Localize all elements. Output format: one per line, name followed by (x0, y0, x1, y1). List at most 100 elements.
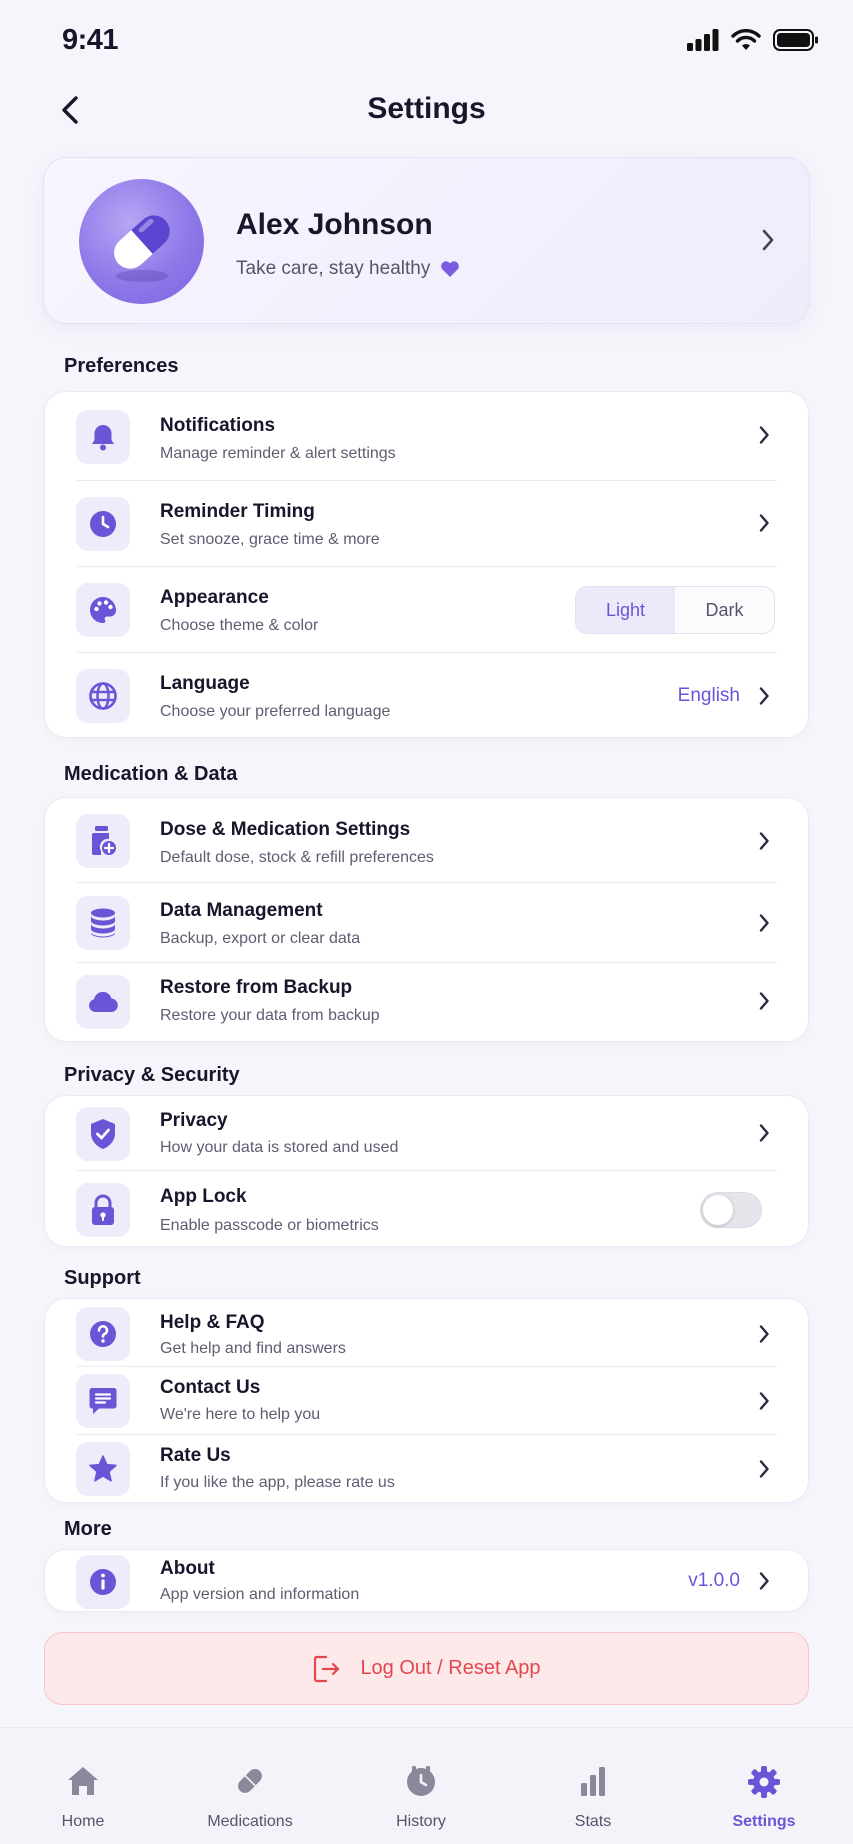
chevron-right-icon (758, 831, 770, 856)
app-lock-title: App Lock (160, 1186, 247, 1207)
chevron-right-icon (758, 1571, 770, 1596)
status-icons (687, 28, 819, 52)
gear-icon (699, 1765, 829, 1799)
shield-check-icon (76, 1107, 130, 1161)
page-title: Settings (367, 92, 486, 125)
contact-us-title: Contact Us (160, 1377, 261, 1398)
support-card: Help & FAQ Get help and find answers Con… (44, 1298, 809, 1503)
wifi-icon (731, 29, 761, 50)
section-title-privacy-security: Privacy & Security (64, 1064, 240, 1086)
chevron-right-icon (758, 913, 770, 938)
reminder-timing-subtitle: Set snooze, grace time & more (160, 531, 380, 548)
status-bar: 9:41 (0, 0, 853, 80)
tab-stats-label: Stats (574, 1813, 612, 1830)
medicine-bottle-icon (76, 814, 130, 868)
status-time: 9:41 (62, 24, 119, 56)
chevron-right-icon (758, 686, 770, 711)
home-icon (18, 1765, 148, 1797)
appearance-subtitle: Choose theme & color (160, 617, 319, 634)
app-version-value: v1.0.0 (688, 1570, 740, 1591)
chevron-right-icon (758, 1324, 770, 1349)
bell-icon (76, 410, 130, 464)
privacy-security-card: Privacy How your data is stored and used… (44, 1095, 809, 1247)
logout-button[interactable]: Log Out / Reset App (44, 1632, 809, 1705)
app-lock-toggle[interactable] (700, 1192, 762, 1228)
help-faq-row[interactable]: Help & FAQ Get help and find answers (45, 1299, 808, 1367)
history-clock-icon (356, 1765, 486, 1797)
pill-icon (185, 1765, 315, 1797)
section-title-preferences: Preferences (64, 355, 179, 377)
privacy-row[interactable]: Privacy How your data is stored and used (45, 1096, 808, 1171)
more-card: About App version and information v1.0.0 (44, 1549, 809, 1612)
theme-segmented-control: Light Dark (575, 586, 775, 634)
dose-settings-title: Dose & Medication Settings (160, 819, 411, 840)
app-lock-subtitle: Enable passcode or biometrics (160, 1217, 379, 1234)
restore-backup-title: Restore from Backup (160, 977, 353, 998)
logout-icon (314, 1655, 340, 1682)
chevron-right-icon (758, 1391, 770, 1416)
bar-chart-icon (528, 1765, 658, 1797)
tab-history[interactable]: History (356, 1728, 486, 1844)
tab-history-label: History (396, 1813, 446, 1830)
lock-icon (76, 1183, 130, 1237)
about-subtitle: App version and information (160, 1586, 360, 1603)
tab-home[interactable]: Home (18, 1728, 148, 1844)
contact-us-row[interactable]: Contact Us We're here to help you (45, 1367, 808, 1435)
help-faq-title: Help & FAQ (160, 1312, 265, 1333)
privacy-subtitle: How your data is stored and used (160, 1139, 399, 1156)
appearance-row: Appearance Choose theme & color Light Da… (45, 567, 808, 653)
chat-message-icon (76, 1374, 130, 1428)
chevron-right-icon (761, 228, 775, 257)
dose-settings-subtitle: Default dose, stock & refill preferences (160, 849, 434, 866)
appearance-title: Appearance (160, 587, 269, 608)
data-management-title: Data Management (160, 900, 323, 921)
contact-us-subtitle: We're here to help you (160, 1406, 321, 1423)
chevron-right-icon (758, 1123, 770, 1148)
help-faq-subtitle: Get help and find answers (160, 1340, 346, 1357)
tab-bar: Home Medications History Stats Settings (0, 1727, 853, 1844)
data-management-row[interactable]: Data Management Backup, export or clear … (45, 883, 808, 963)
globe-icon (76, 669, 130, 723)
language-row[interactable]: Language Choose your preferred language … (45, 653, 808, 739)
notifications-row[interactable]: Notifications Manage reminder & alert se… (45, 392, 808, 481)
tab-medications[interactable]: Medications (185, 1728, 315, 1844)
notifications-title: Notifications (160, 415, 276, 436)
rate-us-subtitle: If you like the app, please rate us (160, 1474, 395, 1491)
profile-card[interactable]: Alex Johnson Take care, stay healthy (43, 157, 810, 324)
language-subtitle: Choose your preferred language (160, 703, 391, 720)
toggle-knob (703, 1195, 733, 1225)
rate-us-title: Rate Us (160, 1445, 231, 1466)
theme-option-dark[interactable]: Dark (675, 587, 774, 633)
cloud-icon (76, 975, 130, 1029)
dose-settings-row[interactable]: Dose & Medication Settings Default dose,… (45, 798, 808, 883)
tab-stats[interactable]: Stats (528, 1728, 658, 1844)
reminder-timing-row[interactable]: Reminder Timing Set snooze, grace time &… (45, 481, 808, 567)
data-management-subtitle: Backup, export or clear data (160, 930, 361, 947)
restore-backup-row[interactable]: Restore from Backup Restore your data fr… (45, 963, 808, 1043)
nav-header: Settings (0, 84, 853, 136)
clock-icon (76, 497, 130, 551)
about-row[interactable]: About App version and information v1.0.0 (45, 1550, 808, 1613)
profile-tagline-text: Take care, stay healthy (236, 258, 431, 279)
heart-icon (441, 261, 460, 277)
privacy-title: Privacy (160, 1110, 228, 1131)
chevron-right-icon (758, 1459, 770, 1484)
section-title-more: More (64, 1518, 112, 1540)
language-title: Language (160, 673, 250, 694)
avatar (79, 179, 204, 304)
logout-label: Log Out / Reset App (360, 1657, 541, 1679)
battery-icon (773, 29, 818, 51)
tab-settings[interactable]: Settings (699, 1728, 829, 1844)
section-title-medication-data: Medication & Data (64, 763, 238, 785)
signal-icon (687, 29, 719, 51)
star-icon (76, 1442, 130, 1496)
profile-name: Alex Johnson (236, 208, 433, 241)
chevron-right-icon (758, 991, 770, 1016)
info-icon (76, 1555, 130, 1609)
profile-tagline: Take care, stay healthy (236, 258, 460, 280)
palette-icon (76, 583, 130, 637)
chevron-right-icon (758, 513, 770, 538)
app-lock-row: App Lock Enable passcode or biometrics (45, 1171, 808, 1248)
rate-us-row[interactable]: Rate Us If you like the app, please rate… (45, 1435, 808, 1504)
theme-option-light[interactable]: Light (576, 587, 675, 633)
